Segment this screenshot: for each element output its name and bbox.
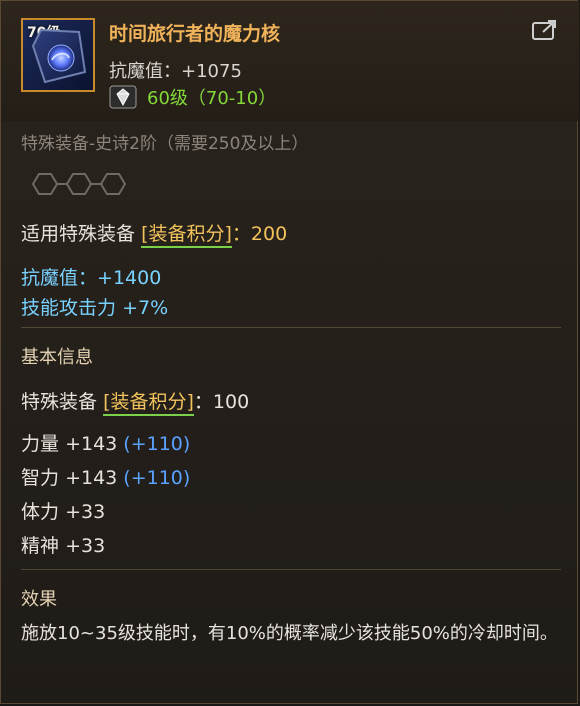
base-stat-separator: ： [163, 61, 181, 82]
attribute-line: 精神 +33 [21, 531, 105, 558]
bonus-label: 技能攻击力 [21, 297, 117, 319]
attribute-label: 力量 [21, 433, 60, 455]
bonus-value: +1400 [97, 267, 162, 289]
bonus-label: 抗魔值 [21, 267, 79, 289]
share-icon[interactable] [531, 18, 559, 42]
item-icon-frame: 70级 [21, 18, 95, 92]
attribute-line: 智力 +143 (+110) [21, 463, 190, 490]
basic-equipment-label: 特殊装备 [21, 391, 98, 413]
applicable-equipment-line: 适用特殊装备 [装备积分]：200 [21, 219, 288, 248]
attribute-label: 智力 [21, 467, 60, 489]
attribute-label: 精神 [21, 535, 60, 557]
effect-text: 施放10~35级技能时，有10%的概率减少该技能50%的冷却时间。 [21, 623, 558, 644]
bonus-value: +7% [122, 297, 169, 319]
divider [21, 569, 561, 570]
attribute-value: +33 [65, 535, 106, 557]
equipment-points-tag: [装备积分] [141, 223, 232, 248]
attribute-line: 体力 +33 [21, 497, 105, 524]
bonus-separator: ： [78, 267, 98, 289]
equipment-points-tag: [装备积分] [103, 391, 194, 416]
attribute-value: +143 [65, 433, 118, 455]
applicable-value: 200 [250, 223, 288, 245]
attribute-line: 力量 +143 (+110) [21, 429, 190, 456]
basic-equipment-line: 特殊装备 [装备积分]：100 [21, 387, 250, 416]
applicable-separator: ： [231, 223, 251, 245]
gem-icon [109, 85, 137, 109]
magic-core-icon [31, 28, 87, 84]
attribute-value: +33 [65, 501, 106, 523]
attribute-bonus: (+110) [123, 433, 191, 455]
tooltip-body: 特殊装备-史诗2阶（需要250及以上） 适用特殊装备 [装备积分]：200 抗魔… [1, 121, 579, 705]
attribute-value: +143 [65, 467, 118, 489]
item-tooltip: 70级 时间旅行者的魔力核 [0, 0, 579, 705]
tooltip-header: 70级 时间旅行者的魔力核 [1, 1, 579, 121]
grade-line: 60级（70-10） [109, 85, 276, 109]
bonus-line: 技能攻击力 +7% [21, 293, 168, 320]
effect-title: 效果 [21, 589, 57, 610]
base-stat-label: 抗魔值 [109, 61, 163, 82]
bonus-line: 抗魔值：+1400 [21, 263, 161, 290]
item-name: 时间旅行者的魔力核 [109, 23, 281, 45]
base-stat-line: 抗魔值：+1075 [109, 57, 242, 83]
grade-text: 60级（70-10） [147, 88, 277, 109]
basic-info-title: 基本信息 [21, 347, 93, 368]
basic-equipment-separator: ： [193, 391, 213, 413]
divider [21, 327, 561, 328]
attribute-label: 体力 [21, 501, 60, 523]
attribute-bonus: (+110) [123, 467, 191, 489]
special-equipment-line: 特殊装备-史诗2阶（需要250及以上） [21, 134, 309, 154]
hex-slot-icon [31, 173, 127, 195]
base-stat-value: +1075 [181, 61, 242, 82]
basic-equipment-value: 100 [212, 391, 250, 413]
applicable-label: 适用特殊装备 [21, 223, 136, 245]
